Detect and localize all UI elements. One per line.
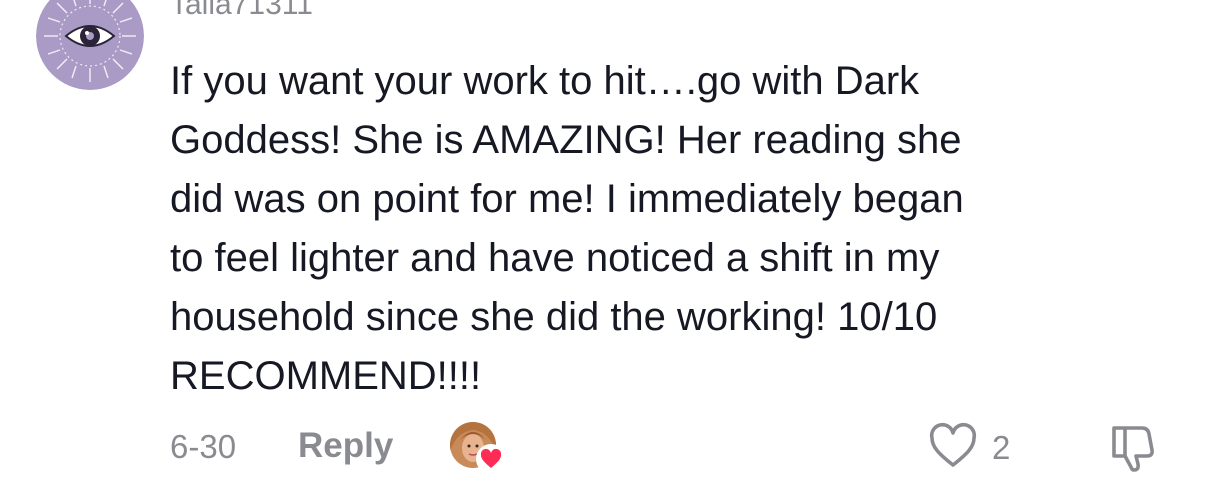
thumbs-down-outline-icon [1112,426,1154,472]
comment-item: Talia71311 If you want your work to hit…… [0,0,1206,474]
dislike-button[interactable] [1106,420,1160,474]
heart-outline-icon [929,422,977,467]
eye-mandala-icon [36,0,144,90]
creator-heart-badge-icon [476,444,506,474]
like-count: 2 [992,429,1011,466]
liked-by-creator-badge[interactable] [450,422,506,474]
reply-button[interactable]: Reply [298,425,393,467]
like-button[interactable]: 2 [928,422,1038,470]
comment-text: If you want your work to hit….go with Da… [170,59,964,398]
comment-footer: 6-30 Reply 2 [0,418,1206,474]
comment-username[interactable]: Talia71311 [170,0,313,22]
user-avatar[interactable] [36,0,144,90]
comment-date: 6-30 [170,428,237,465]
